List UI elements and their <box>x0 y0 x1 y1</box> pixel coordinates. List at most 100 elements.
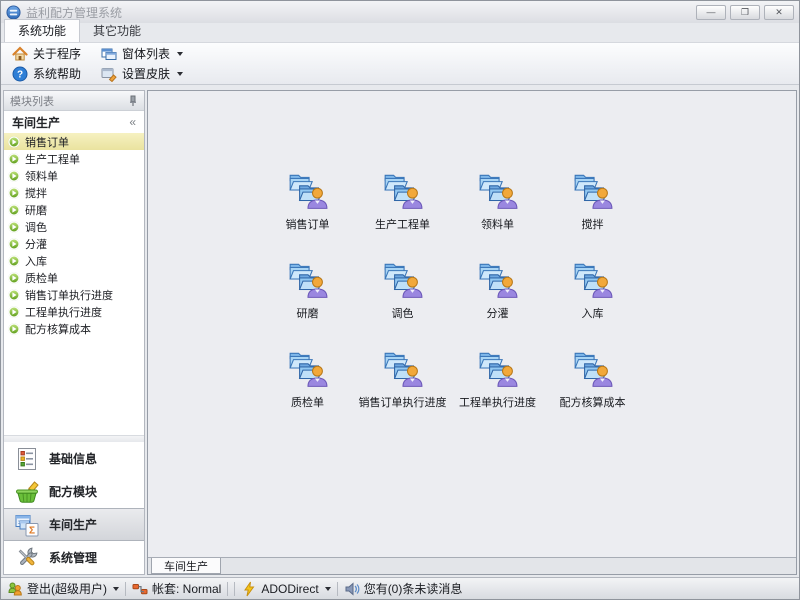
connection-mode-label: ADODirect <box>261 582 318 596</box>
about-program-label: 关于程序 <box>33 45 81 62</box>
people-icon <box>7 581 23 597</box>
module-engineering-order-progress[interactable]: 工程单执行进度 <box>450 347 545 410</box>
folder-user-icon <box>382 347 424 389</box>
module-formula-cost[interactable]: 配方核算成本 <box>545 347 640 410</box>
module-label: 研磨 <box>297 305 319 321</box>
module-color-mixing[interactable]: 调色 <box>355 258 450 321</box>
green-arrow-icon <box>8 170 20 182</box>
set-skin-button[interactable]: 设置皮肤 <box>96 64 188 83</box>
sidebar-title: 模块列表 <box>10 93 54 109</box>
sidebar-item-label: 研磨 <box>25 202 47 218</box>
module-grinding[interactable]: 研磨 <box>260 258 355 321</box>
app-icon <box>6 5 21 20</box>
statusbar-separator <box>234 582 235 596</box>
logout-label: 登出(超级用户) <box>27 580 107 597</box>
sidebar-item-sales-order[interactable]: 销售订单 <box>4 133 144 150</box>
folder-user-icon <box>382 258 424 300</box>
maximize-button[interactable]: ❐ <box>730 5 760 20</box>
folder-user-icon <box>477 347 519 389</box>
folder-user-icon <box>287 347 329 389</box>
sidebar-item-warehousing[interactable]: 入库 <box>4 252 144 269</box>
sidebar-item-formula-module[interactable]: 配方模块 <box>4 475 144 508</box>
sidebar-item-label: 分灌 <box>25 236 47 252</box>
statusbar-separator <box>227 582 228 596</box>
about-program-button[interactable]: 关于程序 <box>7 44 86 63</box>
chevron-down-icon <box>113 587 119 591</box>
sidebar-item-color-mixing[interactable]: 调色 <box>4 218 144 235</box>
green-arrow-icon <box>8 204 20 216</box>
sidebar-item-label: 搅拌 <box>25 185 47 201</box>
window-list-button[interactable]: 窗体列表 <box>96 44 188 63</box>
module-production-order[interactable]: 生产工程单 <box>355 169 450 232</box>
chevron-down-icon <box>325 587 331 591</box>
tab-other-functions[interactable]: 其它功能 <box>80 20 154 42</box>
window-controls: — ❐ ✕ <box>696 5 794 20</box>
tab-system-functions[interactable]: 系统功能 <box>4 19 80 42</box>
sidebar-item-basic-info[interactable]: 基础信息 <box>4 442 144 475</box>
toolbar: 关于程序 窗体列表 系统帮助 设置皮肤 <box>1 42 799 85</box>
home-icon <box>12 46 28 62</box>
sidebar-splitter[interactable] <box>4 435 144 442</box>
module-quality-inspection[interactable]: 质检单 <box>260 347 355 410</box>
minimize-button[interactable]: — <box>696 5 726 20</box>
plug-icon <box>132 581 148 597</box>
close-button[interactable]: ✕ <box>764 5 794 20</box>
sidebar-item-label: 质检单 <box>25 270 58 286</box>
sidebar-item-production-order[interactable]: 生产工程单 <box>4 150 144 167</box>
sidebar-item-engineering-order-progress[interactable]: 工程单执行进度 <box>4 303 144 320</box>
tab-workshop-production-document[interactable]: 车间生产 <box>151 558 221 574</box>
module-label: 工程单执行进度 <box>459 394 536 410</box>
sidebar-item-filling[interactable]: 分灌 <box>4 235 144 252</box>
module-sales-order[interactable]: 销售订单 <box>260 169 355 232</box>
lightning-icon <box>241 581 257 597</box>
folder-user-icon <box>572 347 614 389</box>
unread-messages-label: 您有(0)条未读消息 <box>364 580 463 597</box>
sidebar-item-label: 工程单执行进度 <box>25 304 102 320</box>
module-material-requisition[interactable]: 领料单 <box>450 169 545 232</box>
green-arrow-icon <box>8 136 20 148</box>
module-label: 销售订单 <box>286 216 330 232</box>
connection-mode-button[interactable]: ADODirect <box>241 581 330 597</box>
pin-icon[interactable] <box>128 95 138 107</box>
sidebar-item-sales-order-progress[interactable]: 销售订单执行进度 <box>4 286 144 303</box>
collapse-icon[interactable]: « <box>129 115 136 129</box>
sidebar-item-system-management[interactable]: 系统管理 <box>4 541 144 574</box>
logout-button[interactable]: 登出(超级用户) <box>7 580 119 597</box>
sidebar-item-label: 调色 <box>25 219 47 235</box>
module-label: 入库 <box>582 305 604 321</box>
window-list-label: 窗体列表 <box>122 45 170 62</box>
module-filling[interactable]: 分灌 <box>450 258 545 321</box>
sidebar-item-label: 入库 <box>25 253 47 269</box>
module-grid: 销售订单 生产工程单 领料单 搅拌 研磨 <box>260 169 640 410</box>
skin-icon <box>101 66 117 82</box>
folder-user-icon <box>287 258 329 300</box>
folder-user-icon <box>287 169 329 211</box>
module-sales-order-progress[interactable]: 销售订单执行进度 <box>355 347 450 410</box>
module-warehousing[interactable]: 入库 <box>545 258 640 321</box>
sidebar-item-material-requisition[interactable]: 领料单 <box>4 167 144 184</box>
window-title: 益利配方管理系统 <box>26 4 122 21</box>
window-list-icon <box>101 46 117 62</box>
sidebar-item-workshop-production[interactable]: 车间生产 <box>4 508 144 541</box>
sidebar-item-formula-cost[interactable]: 配方核算成本 <box>4 320 144 337</box>
ribbon-tab-bar: 系统功能 其它功能 <box>1 23 799 42</box>
green-arrow-icon <box>8 323 20 335</box>
folder-user-icon <box>572 169 614 211</box>
system-help-button[interactable]: 系统帮助 <box>7 64 86 83</box>
help-icon <box>12 66 28 82</box>
sidebar-item-grinding[interactable]: 研磨 <box>4 201 144 218</box>
folder-user-icon <box>382 169 424 211</box>
folder-user-icon <box>572 258 614 300</box>
module-label: 调色 <box>392 305 414 321</box>
chevron-down-icon <box>177 52 183 56</box>
unread-messages-button[interactable]: 您有(0)条未读消息 <box>344 580 463 597</box>
module-label: 搅拌 <box>582 216 604 232</box>
nav-label: 车间生产 <box>49 516 97 533</box>
module-stirring[interactable]: 搅拌 <box>545 169 640 232</box>
statusbar: 登出(超级用户) 帐套: Normal ADODirect 您有(0)条未读消息 <box>1 577 799 599</box>
sidebar-item-label: 生产工程单 <box>25 151 80 167</box>
sidebar-item-quality-inspection[interactable]: 质检单 <box>4 269 144 286</box>
sidebar-item-stirring[interactable]: 搅拌 <box>4 184 144 201</box>
green-arrow-icon <box>8 306 20 318</box>
account-set-status: 帐套: Normal <box>132 580 221 597</box>
